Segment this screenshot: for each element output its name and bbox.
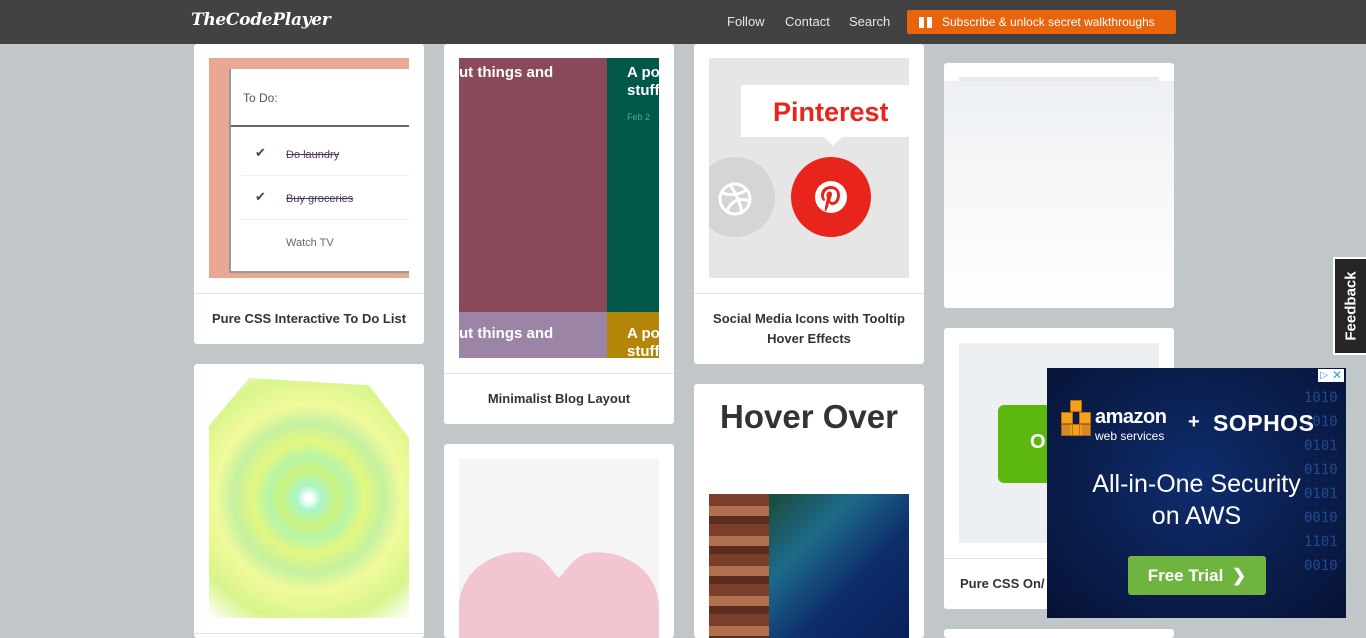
todo-item-label: Watch TV (286, 237, 334, 249)
blog-date: Feb 2 (627, 112, 651, 122)
todo-item[interactable]: Watch TV (241, 220, 409, 264)
image-panel (769, 494, 909, 638)
ad-headline-line: All-in-One Security (1092, 470, 1301, 498)
ad-brand-amazon: amazon (1095, 406, 1167, 428)
feedback-label: Feedback (1342, 271, 1359, 341)
ad-headline-line: on AWS (1151, 502, 1242, 530)
blog-post-title: ut things and (459, 64, 554, 81)
empty-thumbnail (944, 81, 1174, 308)
subscribe-button[interactable]: Subscribe & unlock secret walkthroughs (907, 10, 1176, 34)
subscribe-label: Subscribe & unlock secret walkthroughs (942, 15, 1155, 29)
tooltip-arrow (824, 137, 842, 146)
nav-follow-link[interactable]: Follow (727, 14, 765, 29)
dribbble-icon[interactable] (709, 157, 775, 237)
advertisement[interactable]: 10101010010101100101001011010010 ▷ ✕ ama… (1047, 368, 1346, 618)
todo-item[interactable]: ✔ Buy groceries (241, 176, 409, 220)
ad-plus: + (1188, 411, 1200, 433)
blog-thumbnail: ut things and A po stuff Feb 2 ut things… (459, 58, 659, 358)
check-icon: ✔ (255, 145, 266, 160)
card-heart[interactable] (444, 444, 674, 638)
divider (231, 125, 409, 127)
card-caption[interactable]: Social Media Icons with Tooltip Hover Ef… (694, 293, 924, 364)
todo-item[interactable]: ✔ Do laundry (241, 132, 409, 176)
ad-headline: All-in-One Security on AWS (1047, 468, 1346, 532)
heart-thumbnail (459, 459, 659, 638)
free-trial-button[interactable]: Free Trial ❯ (1128, 556, 1266, 595)
feedback-tab[interactable]: Feedback (1333, 257, 1366, 355)
tooltip-label: Pinterest (773, 97, 889, 127)
card-caption[interactable]: Minimalist Blog Layout (444, 373, 674, 424)
brand-logo[interactable]: TheCodePlayer (191, 10, 331, 30)
ad-brand-sophos: SOPHOS (1213, 410, 1315, 436)
image-panel (709, 494, 769, 638)
gift-icon (919, 16, 932, 28)
toggle-label: O (1030, 431, 1046, 453)
card-caption-divider (194, 633, 424, 638)
nav-contact-link[interactable]: Contact (785, 14, 830, 29)
card-caption-line: Social Media Icons with Tooltip (713, 311, 905, 326)
todo-item-label: Do laundry (286, 149, 340, 161)
todo-panel: To Do: ✔ Do laundry ✔ Buy groceries Watc… (229, 69, 409, 273)
hover-thumbnail (709, 494, 909, 638)
aws-logo-icon (1061, 400, 1091, 438)
ad-brand-amazon-sub: web services (1095, 429, 1165, 443)
top-navbar: TheCodePlayer Follow Contact Search Subs… (0, 0, 1366, 44)
card-empty[interactable] (944, 63, 1174, 308)
blog-panel (459, 58, 607, 312)
todo-thumbnail: To Do: ✔ Do laundry ✔ Buy groceries Watc… (209, 58, 409, 278)
adchoices-icon[interactable]: ▷ (1318, 369, 1330, 382)
heart-shape (459, 552, 659, 638)
divider (959, 77, 1159, 81)
blog-post-title: A po (627, 64, 659, 81)
card-caption[interactable]: Pure CSS Interactive To Do List (194, 293, 424, 344)
tooltip: Pinterest (741, 85, 909, 137)
nav-search-link[interactable]: Search (849, 14, 890, 29)
blog-post-title: A po (627, 325, 659, 342)
check-icon: ✔ (255, 189, 266, 204)
blog-post-title: ut things and (459, 325, 554, 342)
card-todo-list[interactable]: To Do: ✔ Do laundry ✔ Buy groceries Watc… (194, 44, 424, 344)
todo-heading: To Do: (243, 91, 278, 105)
pinterest-icon[interactable] (791, 157, 871, 237)
todo-item-label: Buy groceries (286, 193, 354, 205)
hover-title: Hover Over (720, 398, 898, 435)
pattern-thumbnail (209, 378, 409, 618)
close-icon[interactable]: ✕ (1329, 369, 1344, 382)
card-blog-layout[interactable]: ut things and A po stuff Feb 2 ut things… (444, 44, 674, 424)
card-caption-line: Hover Effects (767, 331, 851, 346)
free-trial-label: Free Trial (1147, 566, 1224, 585)
blog-post-title: stuff (627, 343, 659, 358)
card-partial[interactable] (944, 629, 1174, 638)
social-thumbnail: Pinterest (709, 58, 909, 278)
card-social-icons[interactable]: Pinterest Social Media Icons with Toolti… (694, 44, 924, 364)
card-hover-over[interactable]: Hover Over (694, 384, 924, 638)
chevron-right-icon: ❯ (1232, 566, 1247, 585)
card-pattern[interactable] (194, 364, 424, 638)
blog-post-title: stuff (627, 82, 659, 99)
